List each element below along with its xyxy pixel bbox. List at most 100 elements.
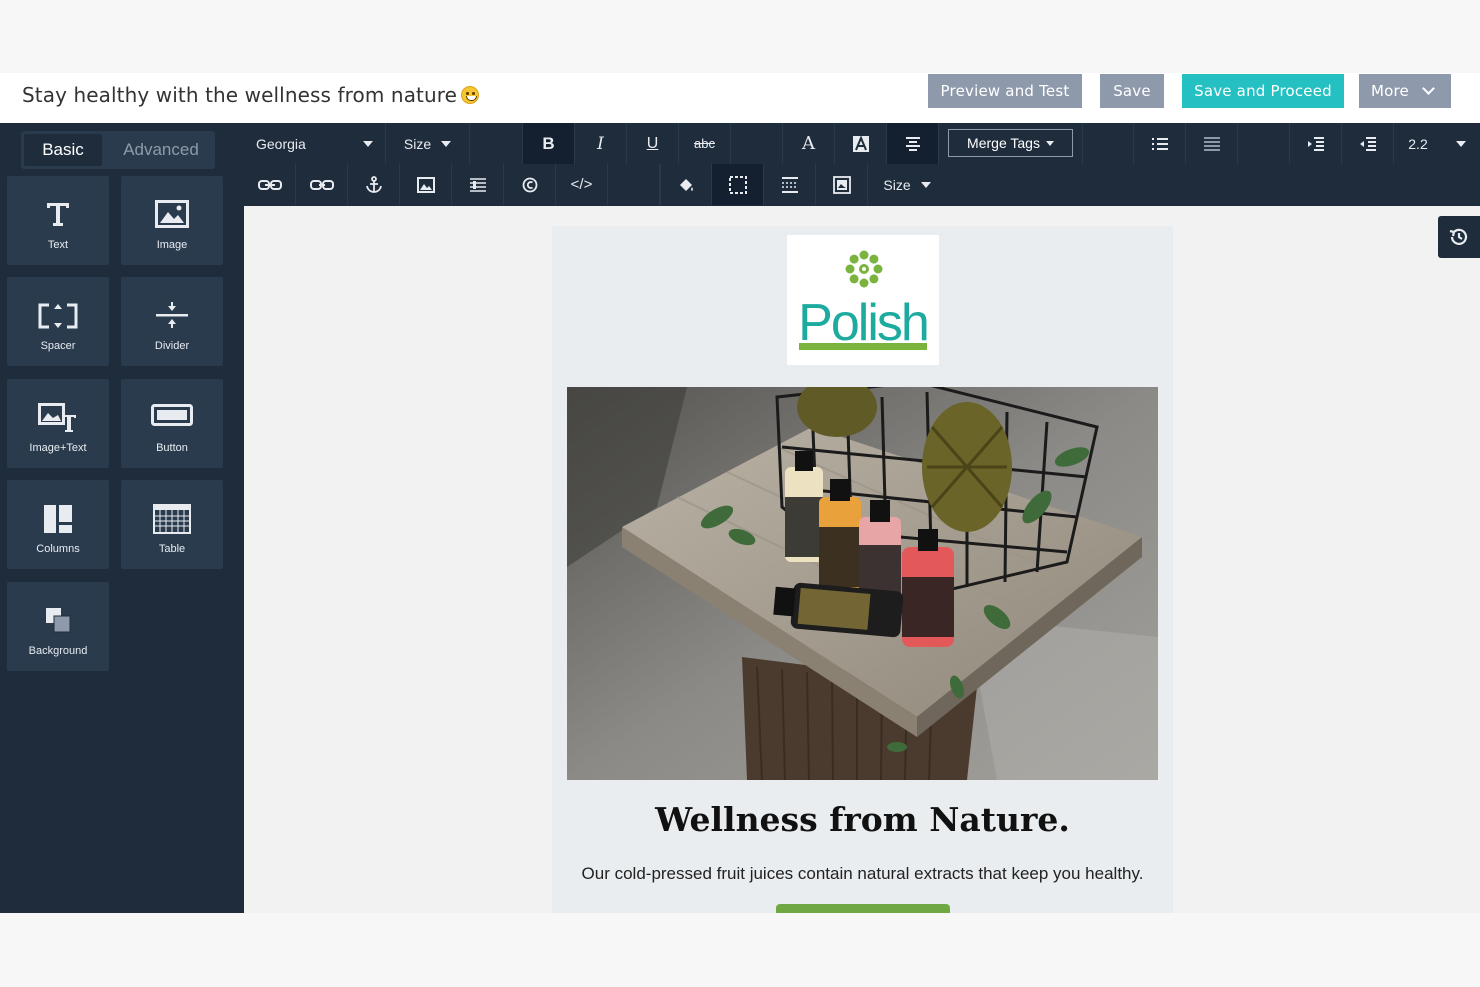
- unlink-button[interactable]: [296, 164, 348, 205]
- image-frame-icon: [832, 175, 851, 194]
- insert-link-button[interactable]: [244, 164, 296, 205]
- history-icon: [1449, 228, 1468, 245]
- font-size-value: Size: [403, 135, 432, 152]
- fill-color-button[interactable]: [660, 164, 712, 205]
- copyright-icon: [522, 177, 537, 192]
- caret-down-icon: [920, 181, 931, 188]
- align-center-icon: [905, 136, 920, 151]
- tile-label: Columns: [36, 543, 80, 555]
- italic-button[interactable]: I: [575, 123, 627, 164]
- sidebar-tabs: Basic Advanced: [21, 131, 215, 169]
- toolbar-spacer: [608, 164, 660, 205]
- outdent-icon: [1359, 136, 1376, 151]
- merge-tags-dropdown[interactable]: Merge Tags: [948, 129, 1073, 157]
- merge-tags-label: Merge Tags: [967, 135, 1040, 151]
- juice-bottles-photo: [567, 387, 1158, 780]
- special-character-button[interactable]: [504, 164, 556, 205]
- toolbar-row-2: </> Size: [244, 164, 1480, 205]
- grinning-emoji-icon: [461, 86, 480, 104]
- numbered-list-icon: [1203, 136, 1220, 151]
- tile-label: Image: [156, 239, 188, 251]
- logo-block[interactable]: Polish: [787, 235, 939, 365]
- toolbar-spacer: [1082, 123, 1134, 164]
- font-size-select[interactable]: Size: [386, 123, 470, 164]
- source-code-button[interactable]: </>: [556, 164, 608, 205]
- unlink-icon: [309, 179, 334, 190]
- tile-label: Image+Text: [29, 442, 87, 454]
- spacer-icon: [38, 303, 78, 329]
- bullet-list-button[interactable]: [1134, 123, 1186, 164]
- highlight-color-button[interactable]: [835, 123, 887, 164]
- button-icon: [151, 404, 193, 426]
- insert-divider-button[interactable]: [452, 164, 504, 205]
- email-body-text[interactable]: Our cold-pressed fruit juices contain na…: [552, 864, 1173, 884]
- columns-icon: [44, 505, 72, 533]
- block-tile-columns[interactable]: Columns: [7, 480, 109, 569]
- border-icon: [728, 175, 747, 194]
- email-headline[interactable]: Wellness from Nature.: [552, 800, 1173, 839]
- insert-image-button[interactable]: [400, 164, 452, 205]
- tile-label: Button: [156, 442, 188, 454]
- email-subject[interactable]: Stay healthy with the wellness from natu…: [22, 83, 480, 107]
- editor-header: Stay healthy with the wellness from natu…: [0, 73, 1480, 123]
- history-button[interactable]: [1438, 216, 1480, 258]
- line-height-value: 2.2: [1408, 135, 1428, 152]
- anchor-icon: [365, 175, 382, 193]
- block-tile-divider[interactable]: Divider: [121, 277, 223, 366]
- block-tile-image-text[interactable]: Image+Text: [7, 379, 109, 468]
- tab-advanced[interactable]: Advanced: [111, 134, 211, 166]
- tile-label: Spacer: [40, 340, 76, 352]
- toolbar-row-1: Georgia Size B I U abc A Merge Tags 2.2: [244, 123, 1480, 164]
- align-center-button[interactable]: [887, 123, 939, 164]
- line-height-select[interactable]: 2.2: [1394, 123, 1480, 164]
- indent-button[interactable]: [1290, 123, 1342, 164]
- padding-icon: [781, 176, 798, 193]
- format-toolbar: Georgia Size B I U abc A Merge Tags 2.2: [244, 123, 1480, 206]
- padding-button[interactable]: [764, 164, 816, 205]
- anchor-button[interactable]: [348, 164, 400, 205]
- image-settings-button[interactable]: [816, 164, 868, 205]
- border-button[interactable]: [712, 164, 764, 205]
- image-icon: [155, 200, 189, 228]
- toolbar-spacer: [1238, 123, 1290, 164]
- more-button[interactable]: More: [1359, 74, 1451, 108]
- blocks-sidebar: Basic Advanced Text Image Spacer Divider…: [0, 123, 244, 913]
- tab-basic[interactable]: Basic: [24, 134, 102, 166]
- subject-text: Stay healthy with the wellness from natu…: [22, 83, 458, 107]
- save-and-proceed-button[interactable]: Save and Proceed: [1182, 74, 1344, 108]
- outdent-button[interactable]: [1342, 123, 1394, 164]
- block-tile-text[interactable]: Text: [7, 176, 109, 265]
- underline-button[interactable]: U: [627, 123, 679, 164]
- divider-icon: [156, 302, 188, 328]
- caret-down-icon: [363, 140, 373, 147]
- font-color-button[interactable]: A: [783, 123, 835, 164]
- image-size-select[interactable]: Size: [868, 164, 946, 205]
- save-button[interactable]: Save: [1100, 74, 1164, 108]
- table-icon: [153, 504, 191, 534]
- block-tile-background[interactable]: Background: [7, 582, 109, 671]
- font-family-select[interactable]: Georgia: [244, 123, 386, 164]
- block-tile-spacer[interactable]: Spacer: [7, 277, 109, 366]
- preview-and-test-button[interactable]: Preview and Test: [928, 74, 1082, 108]
- caret-down-icon: [1455, 140, 1466, 147]
- block-tile-image[interactable]: Image: [121, 176, 223, 265]
- text-icon: [47, 203, 69, 226]
- horizontal-rule-icon: [469, 177, 486, 192]
- strikethrough-button[interactable]: abc: [679, 123, 731, 164]
- email-editor-app: Stay healthy with the wellness from natu…: [0, 73, 1480, 913]
- background-icon: [46, 608, 71, 633]
- image-icon: [416, 176, 435, 193]
- image-text-icon: [38, 403, 76, 432]
- bullet-list-icon: [1151, 137, 1168, 150]
- numbered-list-button[interactable]: [1186, 123, 1238, 164]
- block-tile-button[interactable]: Button: [121, 379, 223, 468]
- bold-button[interactable]: B: [523, 123, 575, 164]
- caret-down-icon: [1045, 140, 1054, 146]
- paint-bucket-icon: [680, 178, 693, 191]
- tile-label: Text: [47, 239, 69, 251]
- cta-button[interactable]: [776, 904, 950, 913]
- hero-image[interactable]: [567, 387, 1158, 780]
- block-tile-table[interactable]: Table: [121, 480, 223, 569]
- tile-label: Background: [28, 645, 88, 657]
- toolbar-spacer: [731, 123, 783, 164]
